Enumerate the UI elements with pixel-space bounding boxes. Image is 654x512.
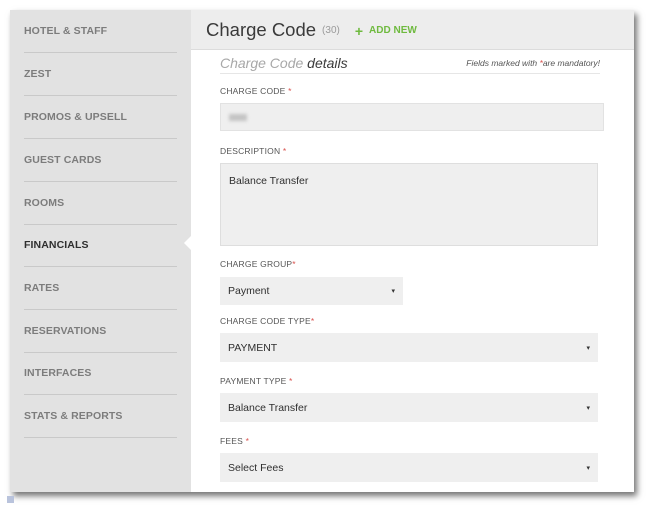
payment-type-value: Balance Transfer: [228, 401, 308, 414]
charge-code-type-label-text: CHARGE CODE TYPE: [220, 316, 311, 326]
page-header: Charge Code (30) + ADD NEW: [191, 10, 634, 50]
sidebar-item-label: STATS & REPORTS: [24, 410, 123, 422]
sidebar-item-financials[interactable]: FINANCIALS: [24, 224, 177, 267]
section-title-prefix: Charge Code: [220, 54, 304, 71]
chevron-down-icon: ▾: [586, 464, 590, 472]
required-mark: *: [282, 146, 287, 156]
sidebar-item-label: RESERVATIONS: [24, 325, 107, 337]
sidebar-item-hotel-staff[interactable]: HOTEL & STAFF: [24, 10, 177, 53]
charge-code-type-value: PAYMENT: [228, 341, 278, 354]
description-label-text: DESCRIPTION: [220, 146, 281, 156]
sidebar-item-rooms[interactable]: ROOMS: [24, 182, 177, 225]
charge-code-label: CHARGE CODE *: [220, 86, 292, 96]
charge-group-label: CHARGE GROUP*: [220, 259, 296, 269]
corner-marker: [7, 496, 14, 503]
add-new-label: ADD NEW: [369, 25, 417, 36]
sidebar-item-rates[interactable]: RATES: [24, 267, 177, 310]
section-title: Charge Code details: [220, 55, 348, 71]
mandatory-note-prefix: Fields marked with: [466, 57, 540, 68]
section-header: Charge Code details Fields marked with *…: [220, 52, 600, 74]
sidebar-item-label: HOTEL & STAFF: [24, 25, 108, 37]
app-window: HOTEL & STAFF ZEST PROMOS & UPSELL GUEST…: [10, 10, 634, 492]
sidebar-item-label: GUEST CARDS: [24, 154, 102, 166]
sidebar-item-zest[interactable]: ZEST: [24, 53, 177, 96]
description-value: Balance Transfer: [229, 175, 309, 187]
sidebar-item-promos-upsell[interactable]: PROMOS & UPSELL: [24, 96, 177, 139]
fees-label: FEES *: [220, 436, 249, 446]
fees-value: Select Fees: [228, 461, 284, 474]
description-label: DESCRIPTION *: [220, 146, 286, 156]
plus-icon: +: [354, 22, 364, 39]
charge-code-label-text: CHARGE CODE: [220, 86, 286, 96]
sidebar-item-reservations[interactable]: RESERVATIONS: [24, 310, 177, 353]
sidebar-item-label: FINANCIALS: [24, 239, 89, 251]
chevron-down-icon: ▾: [586, 404, 590, 412]
mandatory-note-suffix: are mandatory!: [542, 57, 600, 68]
charge-code-type-select[interactable]: PAYMENT ▾: [220, 333, 598, 362]
charge-group-select[interactable]: Payment ▾: [220, 277, 403, 305]
chevron-down-icon: ▾: [391, 288, 395, 295]
required-mark: *: [289, 376, 293, 386]
sidebar-item-label: PROMOS & UPSELL: [24, 111, 128, 123]
charge-code-input[interactable]: [220, 103, 604, 131]
sidebar-item-interfaces[interactable]: INTERFACES: [24, 352, 177, 395]
charge-group-value: Payment: [228, 285, 270, 297]
description-textarea[interactable]: Balance Transfer: [220, 163, 598, 246]
required-mark: *: [292, 259, 296, 269]
required-mark: *: [245, 436, 250, 446]
sidebar-item-label: ZEST: [24, 68, 52, 80]
payment-type-label: PAYMENT TYPE *: [220, 376, 293, 386]
payment-type-label-text: PAYMENT TYPE: [220, 376, 287, 386]
item-count: (30): [322, 25, 340, 36]
sidebar-item-label: RATES: [24, 282, 60, 294]
sidebar-item-stats-reports[interactable]: STATS & REPORTS: [24, 395, 177, 438]
sidebar-item-label: ROOMS: [24, 197, 65, 209]
payment-type-select[interactable]: Balance Transfer ▾: [220, 393, 598, 422]
fees-label-text: FEES: [220, 436, 244, 446]
fees-select[interactable]: Select Fees ▾: [220, 453, 598, 482]
required-mark: *: [310, 316, 315, 326]
main-content: Charge Code (30) + ADD NEW Charge Code d…: [191, 10, 634, 492]
charge-code-type-label: CHARGE CODE TYPE*: [220, 316, 314, 326]
page-title: Charge Code: [206, 18, 317, 40]
sidebar: HOTEL & STAFF ZEST PROMOS & UPSELL GUEST…: [10, 10, 192, 492]
mandatory-note: Fields marked with *are mandatory!: [466, 58, 600, 68]
redacted-value: [229, 113, 247, 121]
section-title-suffix: details: [307, 54, 348, 71]
sidebar-item-label: INTERFACES: [24, 367, 92, 379]
add-new-button[interactable]: + ADD NEW: [355, 24, 417, 38]
chevron-down-icon: ▾: [586, 344, 590, 352]
required-mark: *: [288, 86, 292, 96]
sidebar-item-guest-cards[interactable]: GUEST CARDS: [24, 139, 177, 182]
charge-group-label-text: CHARGE GROUP: [220, 259, 293, 269]
